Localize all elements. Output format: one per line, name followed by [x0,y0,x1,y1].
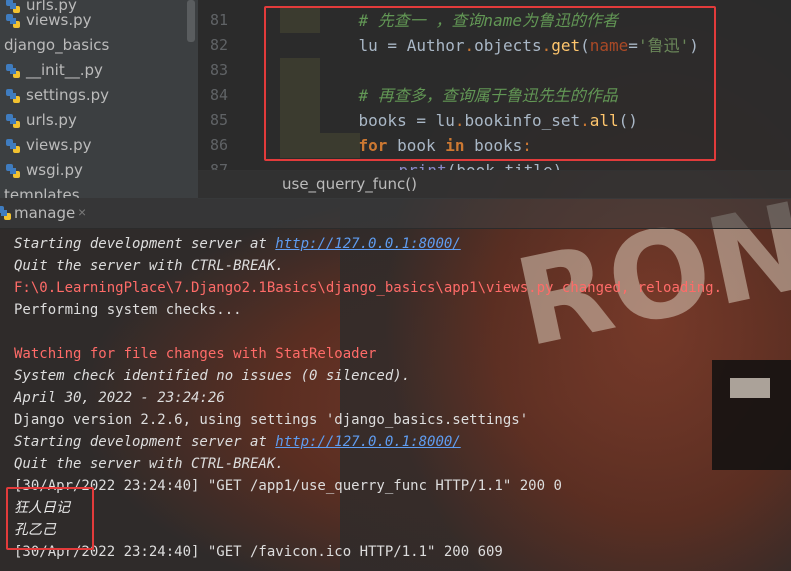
python-file-icon [6,14,20,28]
line-number: 85 [209,111,228,129]
python-icon [0,206,11,220]
tree-item-label: templates [4,186,80,198]
line-number: 87 [209,161,228,170]
line-number-gutter: 81 82 83 84 85 86 87 [198,0,260,170]
console-line: Starting development server at http://12… [14,434,461,450]
line-number: 86 [209,136,228,154]
server-url-link[interactable]: http://127.0.0.1:8000/ [275,434,460,450]
line-number: 82 [209,36,228,54]
tree-folder-django-basics[interactable]: django_basics [0,33,109,58]
line-number: 83 [209,61,228,79]
python-file-icon [6,139,20,153]
python-file-icon [6,89,20,103]
tree-item-label: settings.py [26,86,109,104]
code-highlight-box [264,6,716,161]
console-line: April 30, 2022 - 23:24:26 [14,390,225,406]
close-icon[interactable]: × [78,204,86,220]
line-number: 81 [209,11,228,29]
python-file-icon [6,164,20,178]
tree-folder-templates[interactable]: templates [0,183,80,198]
breadcrumb[interactable]: use_querry_func() [198,170,791,199]
run-tool-window-tabs: manage × [0,198,791,229]
console-line: Quit the server with CTRL-BREAK. [14,258,284,274]
tree-scrollbar[interactable] [187,0,195,42]
line-number: 84 [209,86,228,104]
python-file-icon [6,114,20,128]
run-console[interactable]: Starting development server at http://12… [0,229,791,571]
tree-item-init-py[interactable]: __init__.py [0,58,103,83]
breadcrumb-function[interactable]: use_querry_func() [282,175,417,193]
token-variable: book [456,161,495,170]
server-url-link[interactable]: http://127.0.0.1:8000/ [275,236,460,252]
console-line: Quit the server with CTRL-BREAK. [14,456,284,472]
console-line: [30/Apr/2022 23:24:40] "GET /app1/use_qu… [14,478,562,494]
token-attribute: title [505,161,553,170]
output-highlight-box [6,487,94,550]
console-line: Starting development server at http://12… [14,236,461,252]
token-builtin: print [399,161,447,170]
console-line: Performing system checks... [14,302,242,318]
tree-item-label: __init__.py [26,61,103,79]
run-tab-label: manage [14,204,76,222]
tree-item-label: views.py [26,136,92,154]
tree-item-views-py-top[interactable]: views.py [0,8,92,33]
token-paren: ( [447,161,457,170]
tree-item-wsgi-py[interactable]: wsgi.py [0,158,83,183]
tree-item-settings-py[interactable]: settings.py [0,83,109,108]
tree-item-label: urls.py [26,111,77,129]
tree-item-label: views.py [26,11,92,29]
console-line: System check identified no issues (0 sil… [14,368,411,384]
token-dot: . [495,161,505,170]
tree-item-label: wsgi.py [26,161,83,179]
tree-item-label: django_basics [4,36,110,54]
console-line: Django version 2.2.6, using settings 'dj… [14,412,529,428]
console-line-error: Watching for file changes with StatReloa… [14,346,377,362]
tree-item-views-py[interactable]: views.py [0,133,92,158]
project-tree: urls.py views.py django_basics __init__.… [0,0,198,198]
console-line-error: F:\0.LearningPlace\7.Django2.1Basics\dja… [14,280,723,296]
tree-item-urls-py[interactable]: urls.py [0,108,77,133]
python-file-icon [6,64,20,78]
token-paren: ) [553,161,563,170]
